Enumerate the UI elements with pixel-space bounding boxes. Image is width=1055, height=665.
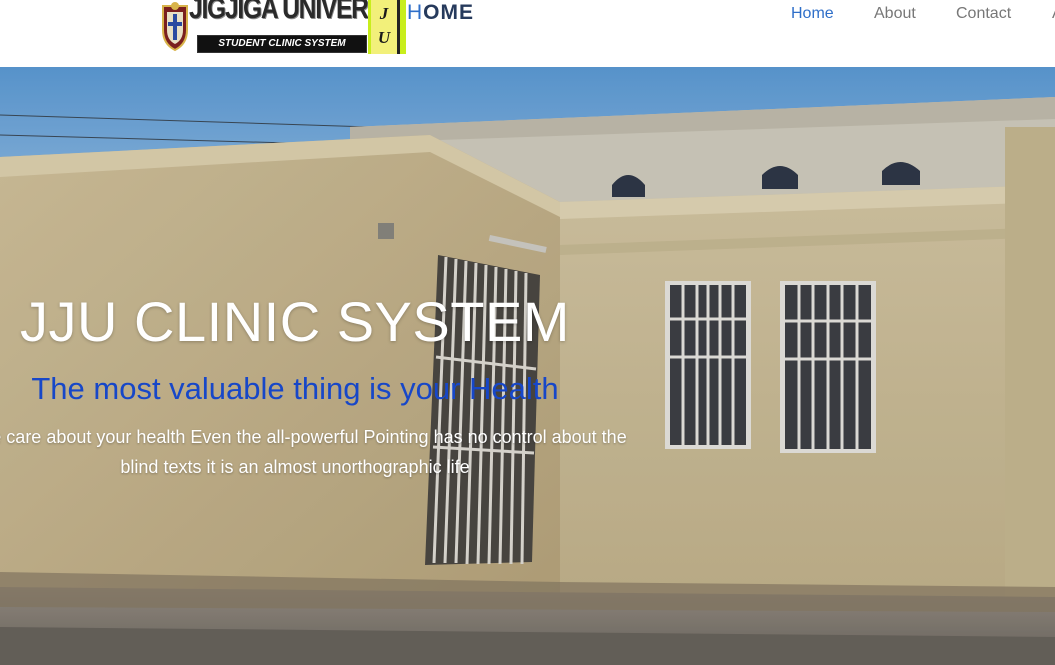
hero-subtitle: The most valuable thing is your Health: [31, 371, 559, 406]
logo-badge-text: JU: [377, 4, 391, 47]
hero-description-line-2: blind texts it is an almost unorthograph…: [120, 457, 470, 477]
logo-main-panel: JIGJIGA UNIVERSITY STUDENT CLINIC SYSTEM: [157, 0, 406, 54]
hero-description-line-1: Take care about your health Even the all…: [0, 427, 627, 447]
nav-item-contact[interactable]: Contact: [956, 5, 1011, 23]
site-logo[interactable]: JIGJIGA UNIVERSITY STUDENT CLINIC SYSTEM…: [157, 0, 406, 54]
logo-tagline: STUDENT CLINIC SYSTEM: [197, 35, 367, 53]
hero-title: JJU CLINIC SYSTEM: [20, 290, 570, 353]
nav-item-about[interactable]: About: [874, 5, 916, 23]
university-seal-icon: [162, 2, 188, 52]
page-title-rest: OME: [423, 1, 475, 24]
site-header: JIGJIGA UNIVERSITY STUDENT CLINIC SYSTEM…: [0, 0, 1055, 67]
hero-section: JJU CLINIC SYSTEM The most valuable thin…: [0, 67, 1055, 665]
nav-item-home[interactable]: Home: [791, 5, 834, 23]
page-title-first-letter: H: [407, 1, 424, 24]
hero-background-photo: [0, 67, 1055, 665]
logo-badge: JU: [368, 0, 406, 54]
page-title: HOME: [407, 0, 474, 26]
hero-description: Take care about your health Even the all…: [0, 422, 890, 482]
